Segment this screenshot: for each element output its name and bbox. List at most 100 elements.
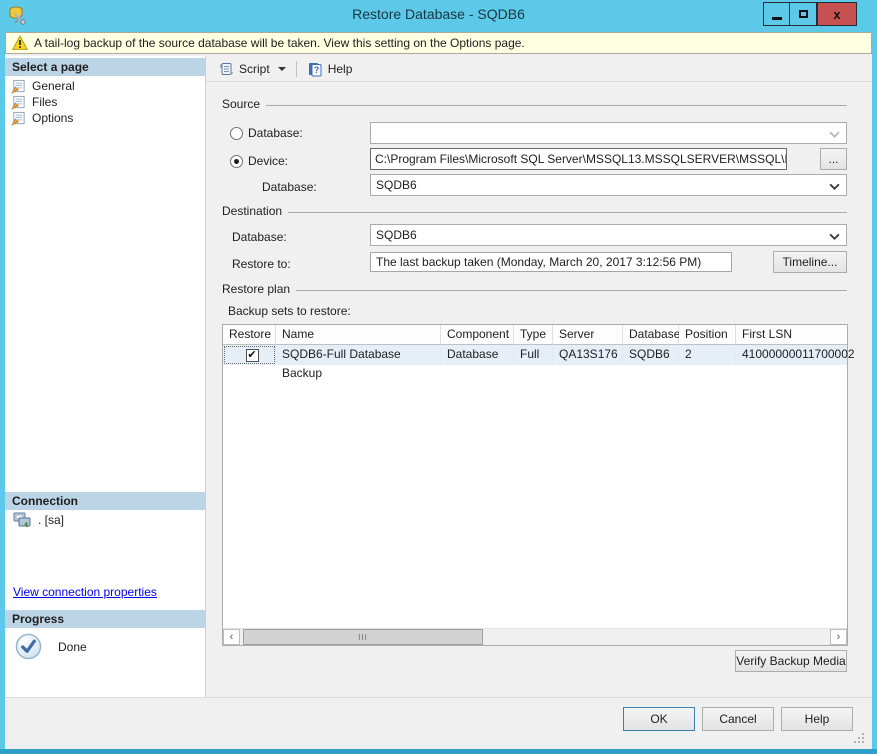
source-device-radio-label[interactable]: Device: bbox=[248, 154, 288, 168]
timeline-button[interactable]: Timeline... bbox=[773, 251, 847, 273]
column-header-restore[interactable]: Restore bbox=[223, 325, 276, 345]
horizontal-scrollbar[interactable]: ‹ III › bbox=[223, 628, 847, 645]
browse-device-button[interactable]: ... bbox=[820, 148, 847, 170]
column-header-server[interactable]: Server bbox=[553, 325, 623, 345]
window-controls: x bbox=[763, 2, 857, 26]
column-header-name[interactable]: Name bbox=[276, 325, 441, 345]
resize-grip[interactable] bbox=[853, 732, 865, 744]
page-icon bbox=[11, 79, 26, 94]
sidebar-item-files[interactable]: Files bbox=[11, 94, 57, 110]
cell-database: SQDB6 bbox=[623, 345, 679, 365]
destination-database-label: Database: bbox=[232, 230, 287, 244]
source-group-label: Source bbox=[222, 97, 260, 111]
cancel-button[interactable]: Cancel bbox=[702, 707, 774, 731]
tail-log-warning-banner: A tail-log backup of the source database… bbox=[5, 32, 872, 54]
svg-text:?: ? bbox=[313, 65, 319, 75]
footer: OK Cancel Help bbox=[5, 697, 872, 749]
column-header-type[interactable]: Type bbox=[514, 325, 553, 345]
view-connection-properties-link[interactable]: View connection properties bbox=[13, 585, 157, 599]
device-path-input[interactable]: C:\Program Files\Microsoft SQL Server\MS… bbox=[370, 148, 787, 170]
help-icon: ? bbox=[307, 61, 323, 77]
group-divider bbox=[288, 212, 847, 213]
toolbar: Script ? Help bbox=[206, 56, 872, 82]
help-label: Help bbox=[328, 62, 353, 76]
sidebar: Select a page General Files Options bbox=[5, 56, 206, 697]
sidebar-item-label: General bbox=[32, 79, 75, 93]
source-database-select[interactable]: SQDB6 bbox=[370, 174, 847, 196]
connection-info: . [sa] bbox=[13, 512, 64, 528]
destination-group-label: Destination bbox=[222, 204, 282, 218]
main-panel: Script ? Help Source Database: Device: C… bbox=[206, 56, 872, 697]
cell-first-lsn: 41000000011700002 bbox=[736, 345, 858, 365]
cell-position: 2 bbox=[679, 345, 736, 365]
check-icon: ✔ bbox=[247, 350, 256, 361]
restore-plan-group-header: Restore plan bbox=[222, 282, 847, 296]
cell-component: Database bbox=[441, 345, 514, 365]
restore-plan-group-label: Restore plan bbox=[222, 282, 290, 296]
source-database-select-value: SQDB6 bbox=[376, 178, 417, 192]
source-database-select-label: Database: bbox=[262, 180, 317, 194]
warning-text: A tail-log backup of the source database… bbox=[34, 36, 525, 50]
destination-database-select[interactable]: SQDB6 bbox=[370, 224, 847, 246]
maximize-button[interactable] bbox=[790, 2, 817, 26]
close-button[interactable]: x bbox=[817, 2, 857, 26]
backup-sets-label: Backup sets to restore: bbox=[228, 304, 351, 318]
cell-server: QA13S176 bbox=[553, 345, 623, 365]
help-button-footer[interactable]: Help bbox=[781, 707, 853, 731]
select-a-page-header: Select a page bbox=[5, 58, 205, 76]
restore-to-field[interactable]: The last backup taken (Monday, March 20,… bbox=[370, 252, 732, 272]
server-connection-icon bbox=[13, 512, 31, 528]
progress-header: Progress bbox=[5, 610, 205, 628]
destination-database-value: SQDB6 bbox=[376, 228, 417, 242]
ok-button[interactable]: OK bbox=[623, 707, 695, 731]
page-icon bbox=[11, 111, 26, 126]
column-header-position[interactable]: Position bbox=[679, 325, 736, 345]
table-row[interactable]: ✔ SQDB6-Full Database Backup Database Fu… bbox=[223, 345, 847, 365]
toolbar-separator bbox=[296, 61, 297, 77]
chevron-down-icon bbox=[829, 183, 840, 190]
minimize-icon bbox=[772, 17, 782, 20]
sidebar-item-general[interactable]: General bbox=[11, 78, 75, 94]
sidebar-item-label: Options bbox=[32, 111, 73, 125]
cell-name: SQDB6-Full Database Backup bbox=[276, 345, 441, 365]
verify-backup-media-button[interactable]: Verify Backup Media bbox=[735, 650, 847, 672]
chevron-down-icon bbox=[829, 233, 840, 240]
restore-to-label: Restore to: bbox=[232, 257, 291, 271]
restore-checkbox[interactable]: ✔ bbox=[246, 349, 259, 362]
script-icon bbox=[218, 61, 234, 77]
column-header-first-lsn[interactable]: First LSN bbox=[736, 325, 847, 345]
restore-cell: ✔ bbox=[223, 345, 276, 365]
source-database-radio[interactable] bbox=[230, 127, 243, 140]
cell-type: Full bbox=[514, 345, 553, 365]
source-device-radio[interactable] bbox=[230, 155, 243, 168]
window-title: Restore Database - SQDB6 bbox=[0, 6, 877, 22]
source-database-radio-label[interactable]: Database: bbox=[248, 126, 303, 140]
group-divider bbox=[296, 290, 847, 291]
minimize-button[interactable] bbox=[763, 2, 790, 26]
connection-user: . [sa] bbox=[38, 513, 64, 527]
help-button[interactable]: ? Help bbox=[303, 59, 357, 79]
page-icon bbox=[11, 95, 26, 110]
source-database-combo bbox=[370, 122, 847, 144]
progress-status-row: Done bbox=[15, 633, 87, 660]
close-icon: x bbox=[833, 7, 840, 22]
warning-icon bbox=[12, 35, 28, 51]
column-header-component[interactable]: Component bbox=[441, 325, 514, 345]
connection-header: Connection bbox=[5, 492, 205, 510]
scrollbar-thumb[interactable]: III bbox=[243, 629, 483, 645]
scroll-right-arrow[interactable]: › bbox=[830, 629, 847, 645]
backup-sets-grid: Restore Name Component Type Server Datab… bbox=[222, 324, 848, 646]
done-check-icon bbox=[15, 633, 42, 660]
destination-group-header: Destination bbox=[222, 204, 847, 218]
chevron-down-icon bbox=[829, 131, 840, 138]
source-group-header: Source bbox=[222, 97, 847, 111]
title-bar[interactable]: Restore Database - SQDB6 x bbox=[0, 0, 877, 30]
sidebar-item-options[interactable]: Options bbox=[11, 110, 73, 126]
column-header-database[interactable]: Database bbox=[623, 325, 679, 345]
scroll-left-arrow[interactable]: ‹ bbox=[223, 629, 240, 645]
sidebar-item-label: Files bbox=[32, 95, 57, 109]
script-dropdown-icon[interactable] bbox=[278, 67, 286, 71]
script-label: Script bbox=[239, 62, 270, 76]
window-bottom-edge bbox=[0, 749, 877, 754]
script-button[interactable]: Script bbox=[214, 59, 290, 79]
